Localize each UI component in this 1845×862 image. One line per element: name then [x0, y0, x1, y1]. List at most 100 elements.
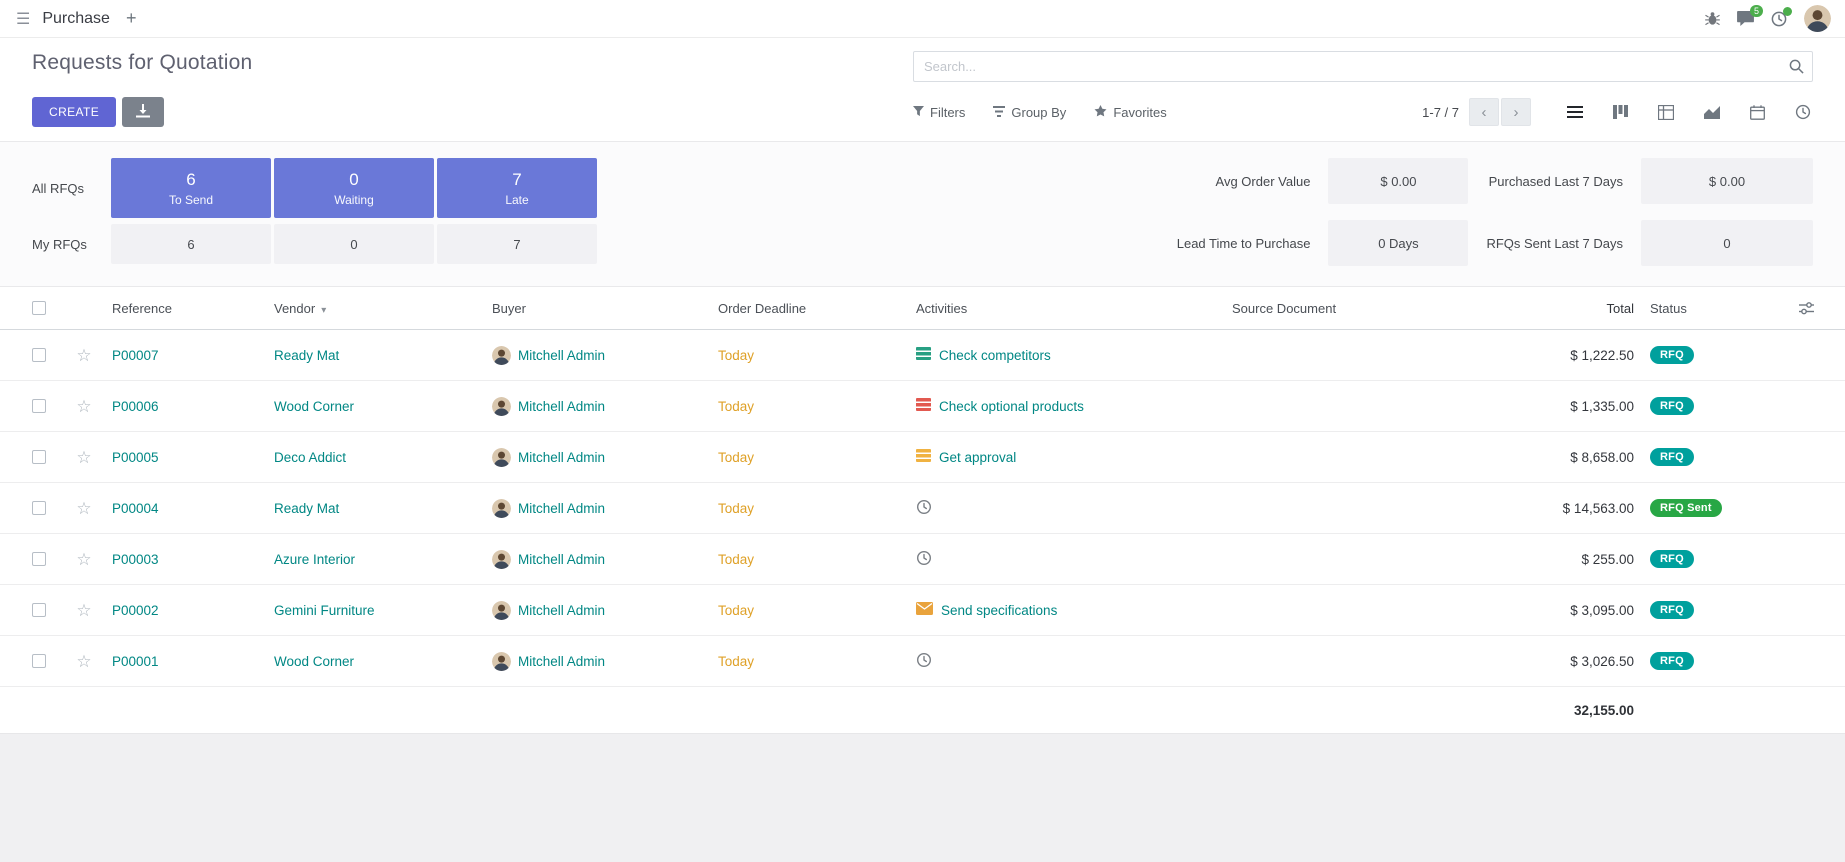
- vendor-link[interactable]: Wood Corner: [268, 654, 486, 669]
- messages-icon[interactable]: 5: [1737, 11, 1754, 26]
- filters-button[interactable]: Filters: [913, 105, 965, 120]
- buyer-link[interactable]: Mitchell Admin: [518, 399, 605, 414]
- vendor-link[interactable]: Ready Mat: [268, 348, 486, 363]
- activity-cell[interactable]: [910, 499, 1226, 518]
- column-header-activities[interactable]: Activities: [910, 301, 1226, 316]
- all-rfqs-filter[interactable]: All RFQs: [32, 181, 108, 196]
- table-row[interactable]: ☆ P00004 Ready Mat Mitchell Admin Today …: [0, 483, 1845, 534]
- stat-late[interactable]: 7 Late: [437, 158, 597, 218]
- row-checkbox[interactable]: [32, 552, 46, 566]
- table-row[interactable]: ☆ P00003 Azure Interior Mitchell Admin T…: [0, 534, 1845, 585]
- activity-cell[interactable]: Check competitors: [910, 347, 1226, 363]
- stat-waiting[interactable]: 0 Waiting: [274, 158, 434, 218]
- kanban-view-button[interactable]: [1611, 103, 1630, 121]
- list-view-button[interactable]: [1565, 103, 1585, 121]
- favorite-star-icon[interactable]: ☆: [76, 551, 91, 568]
- column-header-buyer[interactable]: Buyer: [486, 301, 712, 316]
- row-checkbox[interactable]: [32, 348, 46, 362]
- order-deadline: Today: [712, 501, 910, 516]
- create-button[interactable]: CREATE: [32, 97, 116, 127]
- favorite-star-icon[interactable]: ☆: [76, 398, 91, 415]
- apps-menu-icon[interactable]: ☰: [16, 9, 30, 29]
- user-avatar[interactable]: [1804, 5, 1831, 32]
- vendor-link[interactable]: Gemini Furniture: [268, 603, 486, 618]
- vendor-link[interactable]: Ready Mat: [268, 501, 486, 516]
- activities-icon[interactable]: [1771, 11, 1787, 27]
- activity-icon: [916, 347, 931, 363]
- export-button[interactable]: [122, 97, 164, 127]
- activity-cell[interactable]: Check optional products: [910, 398, 1226, 414]
- pager-next-button[interactable]: ›: [1501, 98, 1531, 126]
- buyer-link[interactable]: Mitchell Admin: [518, 450, 605, 465]
- favorite-star-icon[interactable]: ☆: [76, 449, 91, 466]
- search-icon[interactable]: [1789, 59, 1804, 77]
- debug-bug-icon[interactable]: [1705, 11, 1720, 26]
- table-row[interactable]: ☆ P00002 Gemini Furniture Mitchell Admin…: [0, 585, 1845, 636]
- activity-cell[interactable]: [910, 652, 1226, 671]
- reference-link[interactable]: P00006: [106, 399, 268, 414]
- vendor-link[interactable]: Azure Interior: [268, 552, 486, 567]
- my-stat-waiting[interactable]: 0: [274, 224, 434, 264]
- table-row[interactable]: ☆ P00006 Wood Corner Mitchell Admin Toda…: [0, 381, 1845, 432]
- metric-value-avg-order-value[interactable]: $ 0.00: [1328, 158, 1468, 204]
- search-input[interactable]: [913, 51, 1813, 82]
- column-header-status[interactable]: Status: [1644, 301, 1762, 316]
- column-header-order-deadline[interactable]: Order Deadline: [712, 301, 910, 316]
- select-all-checkbox[interactable]: [32, 301, 46, 315]
- vendor-link[interactable]: Deco Addict: [268, 450, 486, 465]
- plus-icon[interactable]: +: [126, 8, 137, 29]
- favorite-star-icon[interactable]: ☆: [76, 500, 91, 517]
- table-row[interactable]: ☆ P00007 Ready Mat Mitchell Admin Today …: [0, 330, 1845, 381]
- row-checkbox[interactable]: [32, 603, 46, 617]
- reference-link[interactable]: P00005: [106, 450, 268, 465]
- activity-cell[interactable]: Get approval: [910, 449, 1226, 465]
- activity-label: Check competitors: [939, 348, 1051, 363]
- buyer-link[interactable]: Mitchell Admin: [518, 552, 605, 567]
- reference-link[interactable]: P00001: [106, 654, 268, 669]
- reference-link[interactable]: P00002: [106, 603, 268, 618]
- table-row[interactable]: ☆ P00005 Deco Addict Mitchell Admin Toda…: [0, 432, 1845, 483]
- my-rfqs-filter[interactable]: My RFQs: [32, 237, 108, 252]
- column-header-vendor[interactable]: Vendor▾: [268, 301, 486, 316]
- activity-view-button[interactable]: [1793, 102, 1813, 122]
- optional-columns-toggle[interactable]: [1762, 302, 1845, 315]
- buyer-link[interactable]: Mitchell Admin: [518, 348, 605, 363]
- column-header-reference[interactable]: Reference: [106, 301, 268, 316]
- order-deadline: Today: [712, 348, 910, 363]
- buyer-link[interactable]: Mitchell Admin: [518, 654, 605, 669]
- reference-link[interactable]: P00007: [106, 348, 268, 363]
- pivot-view-button[interactable]: [1656, 103, 1676, 122]
- vendor-link[interactable]: Wood Corner: [268, 399, 486, 414]
- row-checkbox[interactable]: [32, 654, 46, 668]
- favorites-button[interactable]: Favorites: [1094, 105, 1166, 120]
- activity-cell[interactable]: [910, 550, 1226, 569]
- graph-view-button[interactable]: [1702, 103, 1722, 121]
- metric-value-purchased-last-7-days[interactable]: $ 0.00: [1641, 158, 1813, 204]
- buyer-avatar: [492, 652, 511, 671]
- pager-previous-button[interactable]: ‹: [1469, 98, 1499, 126]
- buyer-link[interactable]: Mitchell Admin: [518, 603, 605, 618]
- column-header-source-document[interactable]: Source Document: [1226, 301, 1494, 316]
- app-name[interactable]: Purchase: [42, 10, 110, 28]
- metric-value-lead-time-to-purchase[interactable]: 0 Days: [1328, 220, 1468, 266]
- group-by-button[interactable]: Group By: [993, 105, 1066, 120]
- my-stat-to-send[interactable]: 6: [111, 224, 271, 264]
- table-row[interactable]: ☆ P00001 Wood Corner Mitchell Admin Toda…: [0, 636, 1845, 687]
- favorite-star-icon[interactable]: ☆: [76, 653, 91, 670]
- my-stat-late[interactable]: 7: [437, 224, 597, 264]
- row-checkbox[interactable]: [32, 450, 46, 464]
- activity-label: Send specifications: [941, 603, 1057, 618]
- reference-link[interactable]: P00003: [106, 552, 268, 567]
- row-checkbox[interactable]: [32, 501, 46, 515]
- reference-link[interactable]: P00004: [106, 501, 268, 516]
- buyer-link[interactable]: Mitchell Admin: [518, 501, 605, 516]
- stat-to-send[interactable]: 6 To Send: [111, 158, 271, 218]
- favorite-star-icon[interactable]: ☆: [76, 347, 91, 364]
- metric-value-rfqs-sent-last-7-days[interactable]: 0: [1641, 220, 1813, 266]
- activity-cell[interactable]: Send specifications: [910, 602, 1226, 618]
- activity-label: Check optional products: [939, 399, 1084, 414]
- favorite-star-icon[interactable]: ☆: [76, 602, 91, 619]
- column-header-total[interactable]: Total: [1494, 301, 1644, 316]
- calendar-view-button[interactable]: [1748, 103, 1767, 122]
- row-checkbox[interactable]: [32, 399, 46, 413]
